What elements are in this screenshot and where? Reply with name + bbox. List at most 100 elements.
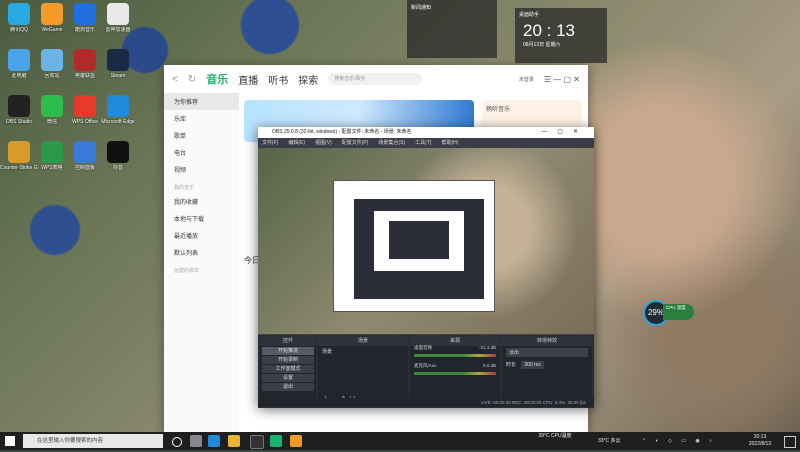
clock-widget: 桌面助手 20 : 13 08月13日 星期六: [515, 8, 607, 63]
music-sidebar: 为你推荐 乐库 歌单 电台 视频 我的音乐 我的收藏 本地与下载 最近播放 默认…: [164, 93, 239, 432]
mixer-mic-db: 0.0 dB: [482, 363, 496, 368]
settings-button[interactable]: 设置: [262, 374, 314, 382]
menu-edit[interactable]: 编辑(E): [288, 138, 305, 148]
menu-view[interactable]: 视图(V): [315, 138, 332, 148]
notification-center-icon[interactable]: [784, 436, 796, 448]
menu-scene-collection[interactable]: 场景集合(S): [378, 138, 405, 148]
widget-date: 08月13日 星期六: [523, 42, 561, 48]
sidebar-item-local[interactable]: 本地与下载: [164, 210, 239, 227]
dock-controls-header: 控件: [260, 337, 316, 346]
file-explorer-icon[interactable]: [228, 435, 240, 447]
app-icon: [8, 95, 30, 117]
duration-input[interactable]: 300 ms: [521, 361, 544, 369]
edge-icon[interactable]: [208, 435, 220, 447]
app-icon: [8, 3, 30, 25]
mixer-desktop-row: 桌面音频 -21.4 dB: [410, 345, 500, 351]
desktop-icon[interactable]: Steam: [99, 49, 137, 79]
sidebar-item-default-list[interactable]: 默认列表: [164, 244, 239, 261]
cpu-temp-pill[interactable]: CPU 温度: [663, 304, 694, 320]
nested-obs-2: [389, 221, 449, 259]
menu-tools[interactable]: 工具(T): [415, 138, 431, 148]
tab-explore[interactable]: 探索: [298, 72, 318, 87]
app-icon: [41, 141, 63, 163]
dock-scenes: 场景 场景 ＋ — ∧ ∨: [318, 337, 408, 406]
nested-preview-2: [374, 211, 464, 271]
user-login[interactable]: 未登录: [519, 76, 534, 83]
tab-music[interactable]: 音乐: [206, 71, 228, 87]
sidebar-item-recent[interactable]: 最近播放: [164, 227, 239, 244]
music-topbar: < ↻ 音乐 直播 听书 探索 搜索音乐/歌手 未登录 ☰ — ▢ ✕: [164, 65, 588, 93]
taskbar-search[interactable]: 在这里输入你要搜索的内容: [23, 434, 163, 448]
start-recording-button[interactable]: 开始录制: [262, 356, 314, 364]
back-icon[interactable]: <: [172, 74, 178, 85]
sidebar-item-radio[interactable]: 电台: [164, 144, 239, 161]
mixer-mic-row: 麦克风/Aux 0.0 dB: [410, 363, 500, 369]
menu-profile[interactable]: 配置文件(P): [342, 138, 369, 148]
music-taskbar-icon[interactable]: [270, 435, 282, 447]
exit-button[interactable]: 退出: [262, 383, 314, 391]
sidebar-item-recommend[interactable]: 为你推荐: [164, 93, 239, 110]
dock-scenes-header: 场景: [318, 337, 408, 346]
obs-taskbar-icon[interactable]: [250, 435, 264, 449]
sidebar-section-mine: 我的音乐: [174, 185, 195, 191]
mixer-desktop-label: 桌面音频: [414, 345, 432, 350]
banner-title: 畅听音乐: [486, 107, 511, 113]
studio-mode-button[interactable]: 工作室模式: [262, 365, 314, 373]
desktop-icon[interactable]: Microsoft Edge: [99, 95, 137, 125]
mixer-mic-label: 麦克风/Aux: [414, 363, 437, 368]
start-streaming-button[interactable]: 开始推流: [262, 347, 314, 355]
desktop-icon-label: Microsoft Edge: [101, 119, 135, 125]
scene-item[interactable]: 场景: [318, 346, 408, 357]
app-taskbar-icon[interactable]: [290, 435, 302, 447]
obs-title-text: OBS 25.0.8 (32-bit, windows) - 配置文件: 未命名…: [272, 129, 412, 135]
app-icon: [107, 141, 129, 163]
mixer-mic-meter: [414, 372, 496, 375]
app-icon: [74, 3, 96, 25]
menu-file[interactable]: 文件(F): [262, 138, 278, 148]
cortana-icon[interactable]: [172, 437, 182, 447]
app-icon: [74, 95, 96, 117]
desktop-icon-label: Steam: [110, 73, 126, 79]
obs-window-controls[interactable]: —▢✕: [541, 127, 588, 138]
app-icon: [8, 49, 30, 71]
sidebar-item-library[interactable]: 乐库: [164, 110, 239, 127]
menu-help[interactable]: 帮助(H): [441, 138, 458, 148]
widget-time: 20 : 13: [523, 21, 575, 40]
obs-preview[interactable]: [258, 148, 594, 360]
taskbar-time: 20:13: [753, 434, 767, 440]
mixer-desktop-meter: [414, 354, 496, 357]
window-controls[interactable]: ☰ — ▢ ✕: [544, 75, 580, 84]
obs-statusbar: LIVE: 00:00:00 REC: 00:00:00 CPU: 0.4%, …: [258, 398, 594, 407]
search-input[interactable]: 搜索音乐/歌手: [328, 73, 423, 85]
app-icon: [41, 95, 63, 117]
start-icon[interactable]: [5, 436, 15, 446]
tab-audiobook[interactable]: 听书: [268, 72, 288, 87]
app-icon: [107, 49, 129, 71]
app-icon: [41, 49, 63, 71]
transition-select[interactable]: 淡出: [506, 348, 588, 357]
sidebar-item-favorites[interactable]: 我的收藏: [164, 193, 239, 210]
sidebar-item-playlists[interactable]: 歌单: [164, 127, 239, 144]
taskbar-cpu-temp[interactable]: 39°C CPU温度: [530, 432, 580, 450]
app-icon: [74, 141, 96, 163]
dock-transitions-header: 转场特效: [502, 337, 592, 346]
tray-icons[interactable]: ⌃ ◐ ◇ ▭ ◉ ♪: [642, 432, 716, 450]
taskbar-date: 2022/8/13: [748, 441, 772, 447]
taskbar-weather[interactable]: 33°C 多云: [598, 432, 621, 450]
sidebar-section-created: 创建的歌单: [174, 268, 200, 274]
notice-label: 新闻通知: [411, 5, 432, 11]
notification-widget: 新闻通知: [407, 0, 497, 58]
app-icon: [8, 141, 30, 163]
nested-preview-1: [333, 180, 495, 312]
tab-live[interactable]: 直播: [238, 72, 258, 87]
refresh-icon[interactable]: ↻: [188, 74, 196, 85]
app-icon: [74, 49, 96, 71]
nested-obs: [354, 199, 484, 299]
dock-controls: 控件 开始推流 开始录制 工作室模式 设置 退出: [260, 337, 316, 406]
desktop-icon-label: 抖音: [112, 165, 123, 171]
desktop-icon[interactable]: 抖音: [99, 141, 137, 171]
taskbar-clock[interactable]: 20:13 2022/8/13: [740, 434, 780, 452]
desktop-icon[interactable]: 雷神加速器: [99, 3, 137, 33]
sidebar-item-video[interactable]: 视频: [164, 161, 239, 178]
task-view-icon[interactable]: [190, 435, 202, 447]
